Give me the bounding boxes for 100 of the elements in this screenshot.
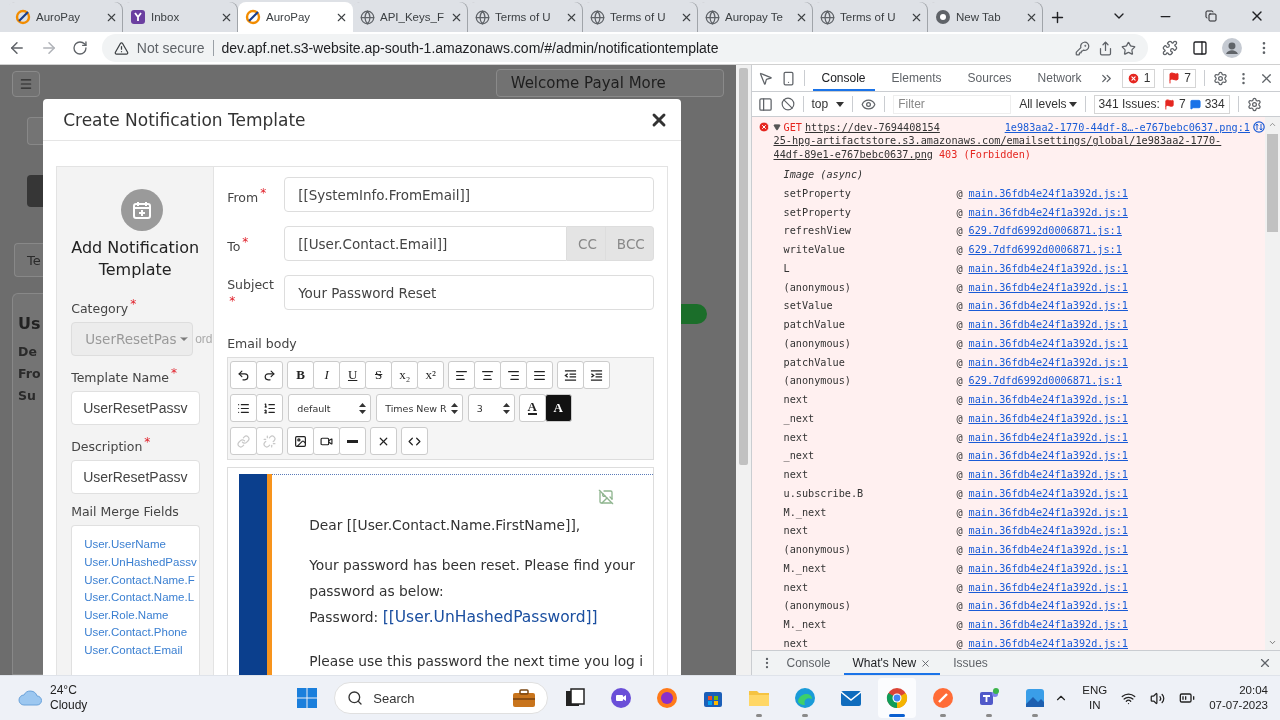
source-link[interactable]: main.36fdb4e24f1a392d.js:1 bbox=[968, 187, 1265, 199]
source-link[interactable]: main.36fdb4e24f1a392d.js:1 bbox=[968, 469, 1265, 481]
context-select[interactable]: top bbox=[811, 97, 829, 111]
undo-button[interactable] bbox=[230, 361, 258, 390]
browser-tab[interactable]: AuroPay bbox=[238, 2, 353, 32]
source-link[interactable]: main.36fdb4e24f1a392d.js:1 bbox=[968, 394, 1265, 406]
browser-tab[interactable]: Auropay Te bbox=[698, 2, 813, 32]
user-dropdown[interactable]: Welcome Payal More bbox=[495, 69, 724, 97]
merge-field-link[interactable]: User.Contact.Email bbox=[84, 642, 200, 660]
align-center-button[interactable] bbox=[474, 361, 502, 390]
source-link[interactable]: 629.7dfd6992d0006871.js:1 bbox=[968, 225, 1265, 237]
format-button[interactable]: S bbox=[365, 361, 393, 390]
source-link[interactable]: 629.7dfd6992d0006871.js:1 bbox=[968, 375, 1265, 387]
key-icon[interactable] bbox=[1075, 40, 1091, 56]
clear-format-button[interactable] bbox=[370, 427, 398, 456]
request-url-link[interactable]: 25-hpg-artifactstore.s3.amazonaws.com/emailsettings/global/1e983aa2-1770- bbox=[773, 134, 1222, 148]
source-link[interactable]: main.36fdb4e24f1a392d.js:1 bbox=[968, 356, 1265, 368]
volume-icon[interactable] bbox=[1150, 690, 1166, 706]
bullet-list-button[interactable] bbox=[230, 394, 258, 423]
weather-widget[interactable]: 24°C Cloudy bbox=[18, 683, 289, 713]
browser-tab[interactable]: Inbox bbox=[123, 2, 238, 32]
merge-field-link[interactable]: User.UserName bbox=[84, 536, 200, 555]
clear-console-icon[interactable] bbox=[780, 97, 795, 111]
outdent-button[interactable] bbox=[557, 361, 585, 390]
clock[interactable]: 20:04 07-07-2023 bbox=[1209, 683, 1268, 713]
source-link[interactable]: main.36fdb4e24f1a392d.js:1 bbox=[968, 487, 1265, 499]
address-bar[interactable]: Not secure dev.apf.net.s3-website.ap-south-1.amazonaws.com/#/admin/notificationtemplate bbox=[101, 34, 1149, 62]
inspect-icon[interactable] bbox=[757, 70, 773, 86]
source-link[interactable]: main.36fdb4e24f1a392d.js:1 bbox=[968, 337, 1265, 349]
battery-icon[interactable] bbox=[1179, 690, 1196, 706]
avatar-icon[interactable] bbox=[1222, 38, 1243, 58]
bookmark-star-icon[interactable] bbox=[1121, 40, 1137, 56]
request-url-link[interactable]: https://dev-7694408154 bbox=[804, 121, 940, 133]
browser-tab[interactable]: AuroPay bbox=[8, 2, 123, 32]
source-link[interactable]: main.36fdb4e24f1a392d.js:1 bbox=[968, 412, 1265, 424]
browser-tab[interactable]: Terms of U bbox=[813, 2, 928, 32]
drawer-tab[interactable]: Issues bbox=[944, 651, 997, 675]
to-field[interactable]: [[User.Contact.Email]] bbox=[284, 226, 567, 261]
filter-field[interactable]: Filter bbox=[893, 94, 1012, 114]
source-link[interactable]: main.36fdb4e24f1a392d.js:1 bbox=[968, 431, 1265, 443]
merge-field-link[interactable]: User.Contact.Phone bbox=[84, 624, 200, 643]
issues-button[interactable]: 341 Issues: 7 334 bbox=[1093, 94, 1230, 114]
search-field[interactable]: Search bbox=[334, 682, 549, 714]
side-panel-icon[interactable] bbox=[1192, 40, 1209, 56]
source-link[interactable]: main.36fdb4e24f1a392d.js:1 bbox=[968, 562, 1265, 574]
restore-icon[interactable] bbox=[1205, 10, 1217, 22]
console-settings-icon[interactable] bbox=[1246, 96, 1262, 112]
font-color-button[interactable]: A bbox=[518, 394, 546, 423]
scrollbar-thumb[interactable] bbox=[1267, 134, 1278, 232]
menu-button[interactable] bbox=[12, 71, 40, 97]
source-link[interactable]: 629.7dfd6992d0006871.js:1 bbox=[968, 244, 1265, 256]
source-link[interactable]: main.36fdb4e24f1a392d.js:1 bbox=[968, 206, 1265, 218]
video-button[interactable] bbox=[313, 427, 341, 456]
source-link[interactable]: main.36fdb4e24f1a392d.js:1 bbox=[968, 281, 1265, 293]
source-link[interactable]: main.36fdb4e24f1a392d.js:1 bbox=[968, 319, 1265, 331]
toolbar-select[interactable]: Times New R bbox=[376, 394, 463, 423]
close-drawer-icon[interactable] bbox=[1258, 656, 1272, 670]
format-button[interactable]: B bbox=[287, 361, 315, 390]
highlight-color-button[interactable]: A bbox=[544, 394, 572, 423]
image-button[interactable] bbox=[287, 427, 315, 456]
devtools-tab[interactable]: Elements bbox=[882, 65, 951, 91]
source-link[interactable]: main.36fdb4e24f1a392d.js:1 bbox=[968, 506, 1265, 518]
numbered-list-button[interactable] bbox=[256, 394, 284, 423]
devtools-tab[interactable]: Console bbox=[812, 65, 875, 91]
scrollbar-thumb[interactable] bbox=[738, 68, 748, 465]
subject-field[interactable]: Your Password Reset bbox=[284, 275, 654, 310]
source-link[interactable]: main.36fdb4e24f1a392d.js:1 bbox=[968, 581, 1265, 593]
template-name-field[interactable]: UserResetPassv bbox=[71, 391, 201, 426]
warning-count-badge[interactable]: 7 bbox=[1163, 68, 1196, 88]
language-indicator[interactable]: ENG IN bbox=[1082, 683, 1108, 713]
error-count-badge[interactable]: 1 bbox=[1121, 68, 1156, 88]
scroll-down-icon[interactable] bbox=[1268, 638, 1277, 647]
merge-field-link[interactable]: User.Role.Name bbox=[84, 606, 200, 625]
log-levels-select[interactable]: All levels bbox=[1019, 97, 1067, 111]
source-link[interactable]: main.36fdb4e24f1a392d.js:1 bbox=[968, 544, 1265, 556]
description-field[interactable]: UserResetPassv bbox=[71, 460, 201, 495]
browser-tab[interactable]: Terms of U bbox=[583, 2, 698, 32]
from-field[interactable]: [[SystemInfo.FromEmail]] bbox=[284, 177, 654, 212]
align-right-button[interactable] bbox=[500, 361, 528, 390]
redo-button[interactable] bbox=[256, 361, 284, 390]
expand-triangle-icon[interactable] bbox=[772, 123, 781, 131]
justify-button[interactable] bbox=[526, 361, 554, 390]
merge-field-link[interactable]: User.UnHashedPassv bbox=[84, 554, 200, 572]
extensions-icon[interactable] bbox=[1162, 40, 1179, 56]
sidebar-toggle-icon[interactable] bbox=[757, 96, 773, 112]
network-request-icon[interactable] bbox=[1253, 121, 1265, 133]
browser-tab[interactable]: API_Keys_F bbox=[353, 2, 468, 32]
source-link[interactable]: main.36fdb4e24f1a392d.js:1 bbox=[968, 525, 1265, 537]
source-link[interactable]: 1e983aa2-1770-44df-8…-e767bebc0637.png:1 bbox=[1004, 121, 1250, 133]
merge-field-link[interactable]: User.Contact.Name.L bbox=[84, 589, 200, 607]
format-button[interactable]: I bbox=[313, 361, 341, 390]
devtools-tab[interactable]: Network bbox=[1028, 65, 1091, 91]
reload-icon[interactable] bbox=[71, 40, 88, 56]
format-button[interactable]: x₂ bbox=[391, 361, 419, 390]
wifi-icon[interactable] bbox=[1121, 690, 1137, 706]
horizontal-rule-button[interactable] bbox=[339, 427, 367, 456]
source-link[interactable]: main.36fdb4e24f1a392d.js:1 bbox=[968, 300, 1265, 312]
merge-field-link[interactable]: User.Contact.Name.F bbox=[84, 571, 200, 590]
code-view-button[interactable] bbox=[401, 427, 429, 456]
format-button[interactable]: x² bbox=[417, 361, 445, 390]
